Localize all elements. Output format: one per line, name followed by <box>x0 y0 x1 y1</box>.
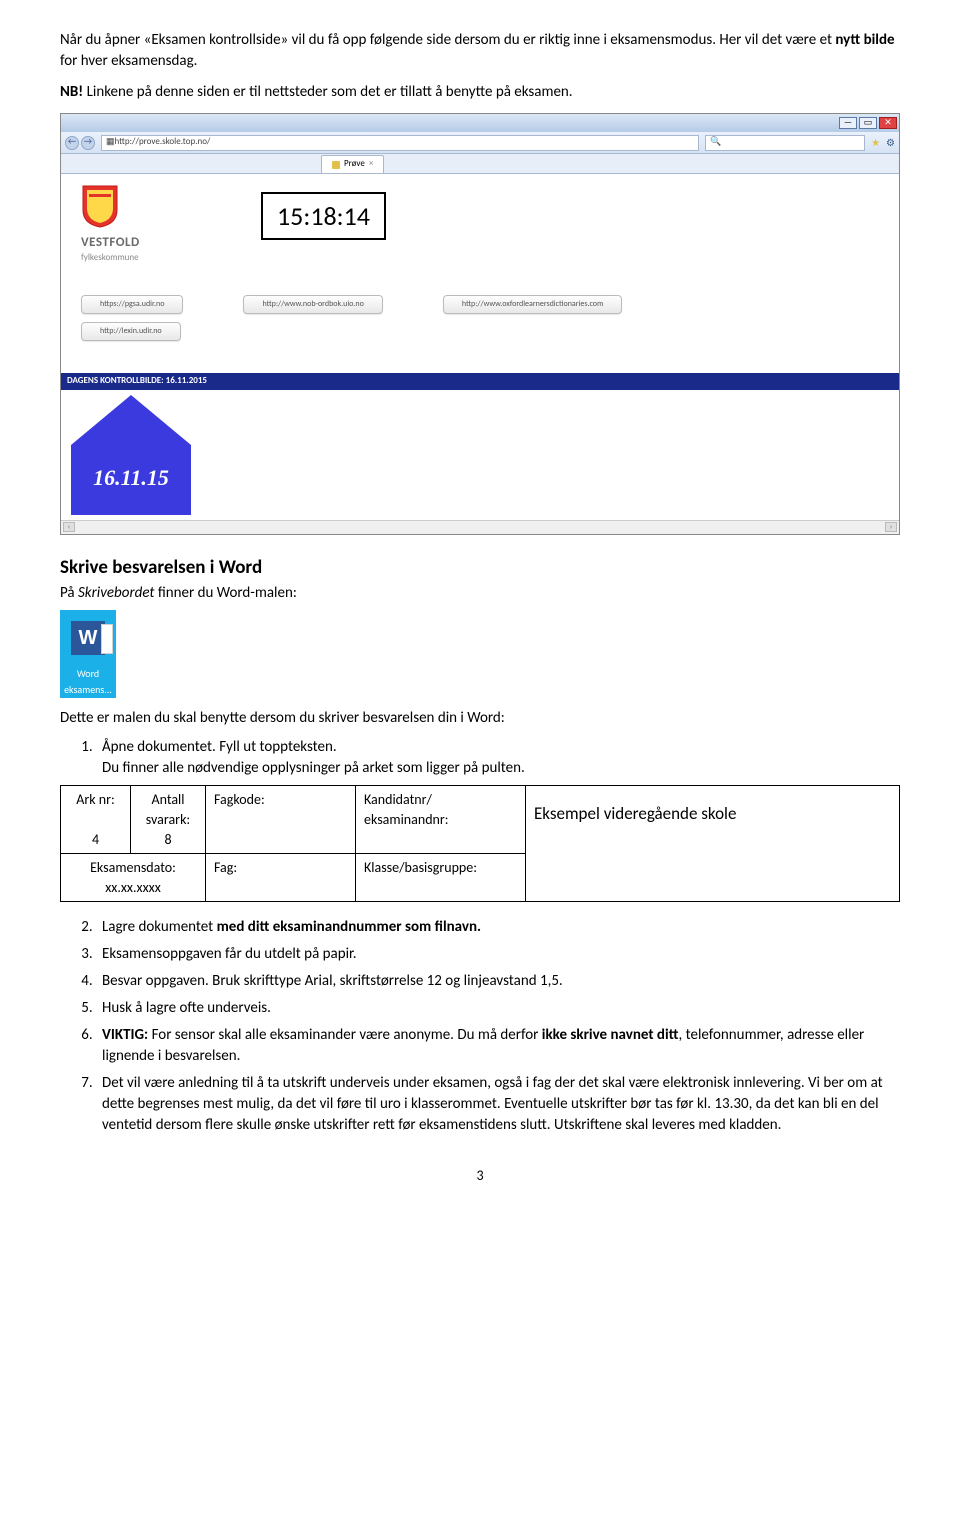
word-icon-label2: eksamens... <box>60 682 116 698</box>
cell-kandidat: Kandidatnr/ eksaminandnr: <box>356 786 526 854</box>
house-shape: 16.11.15 <box>61 390 899 520</box>
cell-fag: Fag: <box>206 854 356 902</box>
allowed-link-1[interactable]: https://pgsa.udir.no <box>81 295 183 314</box>
close-button[interactable]: ✕ <box>879 117 897 129</box>
step-1a: Åpne dokumentet. Fyll ut toppteksten. <box>102 738 337 756</box>
antall-l3: 8 <box>164 831 171 848</box>
step6-bold: VIKTIG: <box>102 1026 148 1044</box>
logo-title: VESTFOLD <box>81 234 140 252</box>
intro-line1c: for hver eksamensdag. <box>60 52 197 70</box>
step-1: Åpne dokumentet. Fyll ut toppteksten. Du… <box>96 737 900 779</box>
shield-icon <box>81 184 119 228</box>
cell-fagkode: Fagkode: <box>206 786 356 854</box>
antall-l1: Antall <box>152 791 185 808</box>
table-row: Ark nr: 4 Antall svarark: 8 Fagkode: Kan… <box>61 786 900 854</box>
word-desktop-icon[interactable]: W Word eksamens... <box>60 610 900 698</box>
horizontal-scrollbar[interactable]: ‹ › <box>61 520 899 534</box>
browser-viewport: VESTFOLD fylkeskommune 15:18:14 https://… <box>61 174 899 371</box>
tab-label: Prøve <box>344 158 365 171</box>
kandidat-l1: Kandidatnr/ <box>364 791 432 808</box>
allowed-links-row1: https://pgsa.udir.no http://www.nob-ordb… <box>81 295 879 314</box>
allowed-link-2[interactable]: http://www.nob-ordbok.uio.no <box>243 295 382 314</box>
word-w-icon: W <box>71 621 105 655</box>
cell-arknr: Ark nr: 4 <box>61 786 131 854</box>
minimize-button[interactable]: — <box>839 117 857 129</box>
antall-l2: svarark: <box>146 811 190 828</box>
cell-klasse: Klasse/basisgruppe: <box>356 854 526 902</box>
tab-favicon <box>332 161 340 169</box>
step-2: Lagre dokumentet med ditt eksaminandnumm… <box>96 917 900 938</box>
step-7: Det vil være anledning til å ta utskrift… <box>96 1073 900 1136</box>
url-input[interactable]: ▦ http://prove.skole.top.no/ <box>101 135 699 151</box>
step2b: med ditt eksaminandnummer som filnavn. <box>217 918 481 936</box>
step2a: Lagre dokumentet <box>102 918 217 936</box>
back-button[interactable]: ← <box>65 136 79 150</box>
browser-tab[interactable]: Prøve × <box>321 155 384 173</box>
arknr-value: 4 <box>92 831 99 848</box>
cell-antall: Antall svarark: 8 <box>131 786 206 854</box>
header-template-table: Ark nr: 4 Antall svarark: 8 Fagkode: Kan… <box>60 785 900 902</box>
allowed-links-row2: http://lexin.udir.no <box>81 322 879 341</box>
intro-line1a: Når du åpner «Eksamen kontrollside» vil … <box>60 31 835 49</box>
search-icon: 🔍 <box>710 136 721 149</box>
kandidat-l2: eksaminandnr: <box>364 811 449 828</box>
address-bar-row: ← → ▦ http://prove.skole.top.no/ 🔍 ★ ⚙ <box>61 132 899 154</box>
step-1b: Du finner alle nødvendige opplysninger p… <box>102 759 525 777</box>
scroll-right-icon[interactable]: › <box>885 522 897 532</box>
forward-button[interactable]: → <box>81 136 95 150</box>
search-input[interactable]: 🔍 <box>705 135 865 151</box>
scroll-left-icon[interactable]: ‹ <box>63 522 75 532</box>
step6-rest: For sensor skal alle eksaminander være a… <box>148 1026 542 1044</box>
cell-eksamensdato: Eksamensdato: xx.xx.xxxx <box>61 854 206 902</box>
word-subline-c: finner du Word-malen: <box>154 584 296 602</box>
intro-nb-bold: NB! <box>60 83 83 101</box>
word-subline-italic: Skrivebordet <box>78 584 154 602</box>
allowed-link-4[interactable]: http://lexin.udir.no <box>81 322 181 341</box>
county-logo: VESTFOLD fylkeskommune <box>81 184 879 265</box>
tab-close-icon[interactable]: × <box>369 158 373 171</box>
intro-line1b: nytt bilde <box>835 31 894 49</box>
intro-paragraph: Når du åpner «Eksamen kontrollside» vil … <box>60 30 900 72</box>
word-tile: W <box>60 610 116 666</box>
cell-school: Eksempel videregående skole <box>526 786 900 902</box>
nav-arrows: ← → <box>65 136 95 150</box>
step-6: VIKTIG: For sensor skal alle eksaminande… <box>96 1025 900 1067</box>
page-number: 3 <box>60 1166 900 1186</box>
tab-strip: Prøve × <box>61 154 899 174</box>
window-titlebar: — ▭ ✕ <box>61 114 899 132</box>
clock-display: 15:18:14 <box>261 192 386 240</box>
favorites-icon[interactable]: ★ <box>871 136 880 150</box>
daily-control-bar: DAGENS KONTROLLBILDE: 16.11.2015 <box>61 373 899 390</box>
page-icon: ▦ <box>106 136 115 149</box>
house-date-text: 16.11.15 <box>93 465 169 490</box>
step-3: Eksamensoppgaven får du utdelt på papir. <box>96 944 900 965</box>
dato-value: xx.xx.xxxx <box>105 879 161 896</box>
word-subline: På Skrivebordet finner du Word-malen: <box>60 583 900 604</box>
dato-label: Eksamensdato: <box>90 859 176 876</box>
arknr-label: Ark nr: <box>76 791 115 808</box>
url-text: http://prove.skole.top.no/ <box>115 136 211 149</box>
word-subline-a: På <box>60 584 78 602</box>
steps-list-part2: Lagre dokumentet med ditt eksaminandnumm… <box>96 917 900 1136</box>
step-4: Besvar oppgaven. Bruk skrifttype Arial, … <box>96 971 900 992</box>
intro-nb: NB! Linkene på denne siden er til nettst… <box>60 82 900 103</box>
logo-subtitle: fylkeskommune <box>81 252 140 265</box>
word-after-icon-text: Dette er malen du skal benytte dersom du… <box>60 708 900 729</box>
maximize-button[interactable]: ▭ <box>859 117 877 129</box>
word-icon-label1: Word <box>60 666 116 682</box>
step6-bold2: ikke skrive navnet ditt <box>542 1026 679 1044</box>
intro-nb-rest: Linkene på denne siden er til nettsteder… <box>83 83 572 101</box>
steps-list-part1: Åpne dokumentet. Fyll ut toppteksten. Du… <box>96 737 900 779</box>
settings-icon[interactable]: ⚙ <box>886 136 895 150</box>
browser-screenshot: — ▭ ✕ ← → ▦ http://prove.skole.top.no/ 🔍… <box>60 113 900 535</box>
step-5: Husk å lagre ofte underveis. <box>96 998 900 1019</box>
word-section-heading: Skrive besvarelsen i Word <box>60 555 900 582</box>
allowed-link-3[interactable]: http://www.oxfordlearnersdictionaries.co… <box>443 295 623 314</box>
